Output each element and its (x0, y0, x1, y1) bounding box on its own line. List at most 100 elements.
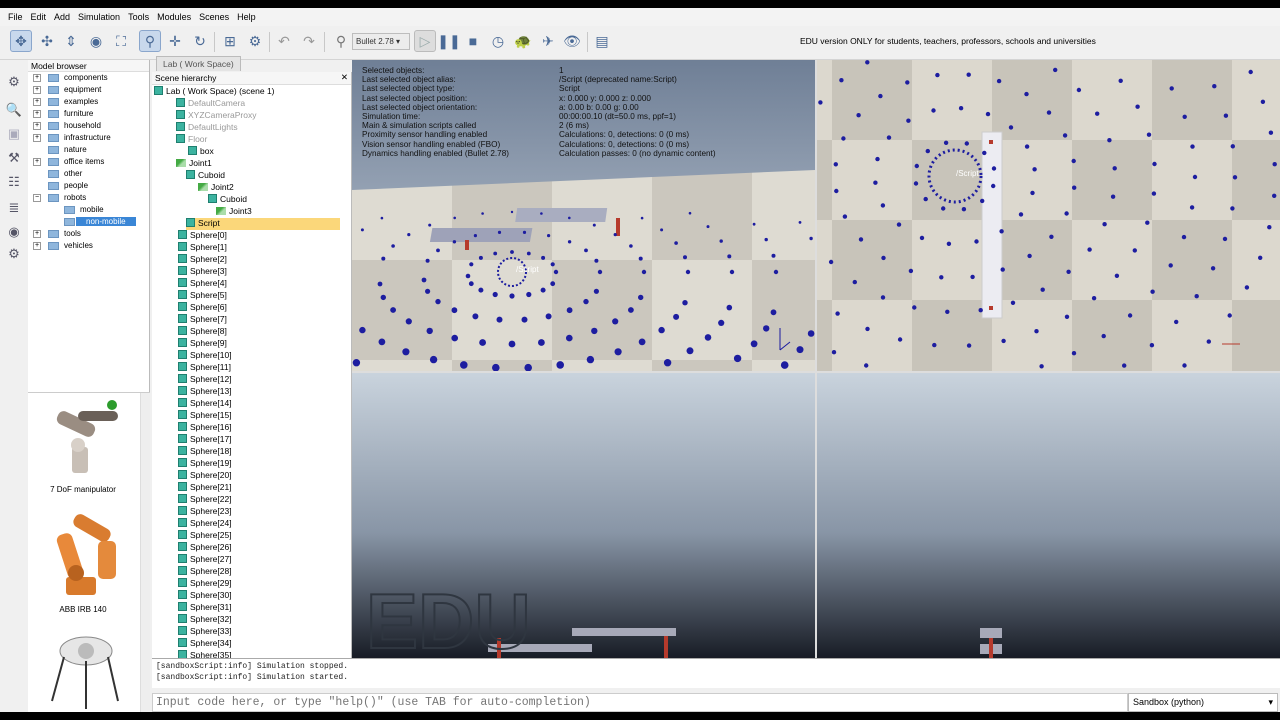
model-folder-furniture[interactable]: + furniture (28, 108, 149, 120)
scene-item-sphere[interactable]: Sphere[29] (178, 578, 232, 590)
viewports[interactable]: /Script /Script EDU Selected objects: 1 La… (352, 60, 1280, 664)
dialog-icon[interactable]: ▤ (591, 30, 613, 52)
expand-icon[interactable]: + (33, 98, 41, 106)
expand-icon[interactable]: + (33, 74, 41, 82)
scene-item-joint2[interactable]: Joint2 (198, 182, 234, 194)
model-folder-examples[interactable]: + examples (28, 96, 149, 108)
scene-item-sphere[interactable]: Sphere[2] (178, 254, 227, 266)
menu-add[interactable]: Add (50, 12, 74, 22)
scene-item-sphere[interactable]: Sphere[27] (178, 554, 232, 566)
scene-item-sphere[interactable]: Sphere[28] (178, 566, 232, 578)
model-folder-infrastructure[interactable]: + infrastructure (28, 132, 149, 144)
model-folder-office-items[interactable]: + office items (28, 156, 149, 168)
transfer-dna-icon[interactable]: ⚙ (244, 30, 266, 52)
scene-item-sphere[interactable]: Sphere[5] (178, 290, 227, 302)
thumbnail-abb-image[interactable] (42, 513, 128, 599)
undo-icon[interactable]: ↶ (273, 30, 295, 52)
pause-icon[interactable]: ❚❚ (437, 30, 460, 52)
pan-icon[interactable]: ✣ (36, 30, 58, 52)
scene-item-sphere[interactable]: Sphere[4] (178, 278, 227, 290)
layers-icon[interactable]: ≣ (4, 200, 24, 218)
expand-icon[interactable]: − (33, 194, 41, 202)
menu-tools[interactable]: Tools (124, 12, 153, 22)
scene-item-sphere[interactable]: Sphere[11] (178, 362, 231, 374)
scene-item-sphere[interactable]: Sphere[33] (178, 626, 232, 638)
fit-icon[interactable]: ⛶ (110, 30, 132, 52)
scene-item-sphere[interactable]: Sphere[31] (178, 602, 232, 614)
collections-icon[interactable]: ▣ (4, 126, 24, 144)
scene-item-sphere[interactable]: Sphere[10] (178, 350, 232, 362)
menu-edit[interactable]: Edit (27, 12, 51, 22)
scene-item-sphere[interactable]: Sphere[6] (178, 302, 227, 314)
menu-help[interactable]: Help (233, 12, 260, 22)
model-folder-tools[interactable]: + tools (28, 228, 149, 240)
scene-item-sphere[interactable]: Sphere[19] (178, 458, 232, 470)
scripts-icon[interactable]: ⚒ (4, 150, 24, 168)
assembly-icon[interactable]: ⊞ (219, 30, 241, 52)
thumbnail-delta-robot-image[interactable] (42, 631, 128, 712)
scene-item-sphere[interactable]: Sphere[30] (178, 590, 232, 602)
settings-icon[interactable]: ⚙ (4, 246, 24, 264)
menu-simulation[interactable]: Simulation (74, 12, 124, 22)
thumbnail-7dof-image[interactable] (48, 397, 124, 479)
scene-tab[interactable]: Lab ( Work Space) (156, 56, 241, 71)
model-folder-equipment[interactable]: + equipment (28, 84, 149, 96)
rotate-object-icon[interactable]: ↻ (189, 30, 211, 52)
scene-item-sphere[interactable]: Sphere[3] (178, 266, 227, 278)
expand-icon[interactable]: + (33, 110, 41, 118)
scene-item-sphere[interactable]: Sphere[17] (178, 434, 232, 446)
physics-engine-select[interactable]: Bullet 2.78 ▾ (352, 33, 410, 50)
scene-item-cuboid[interactable]: Cuboid (186, 170, 225, 182)
select-icon[interactable]: ⚲ (139, 30, 161, 52)
scene-item-sphere[interactable]: Sphere[21] (178, 482, 232, 494)
scene-item-sphere[interactable]: Sphere[0] (178, 230, 227, 242)
scene-item-sphere[interactable]: Sphere[18] (178, 446, 232, 458)
calculation-modules-icon[interactable]: 🔍 (4, 102, 24, 120)
scene-item-sphere[interactable]: Sphere[1] (178, 242, 227, 254)
scene-item-sphere[interactable]: Sphere[24] (178, 518, 232, 530)
expand-icon[interactable]: + (33, 134, 41, 142)
scene-item-defaultlights[interactable]: DefaultLights (176, 122, 238, 134)
model-folder-components[interactable]: + components (28, 72, 149, 84)
model-folder-vehicles[interactable]: + vehicles (28, 240, 149, 252)
scene-item-sphere[interactable]: Sphere[14] (178, 398, 232, 410)
model-folder-non-mobile[interactable]: non-mobile (28, 216, 149, 228)
object-properties-icon[interactable]: ⚙ (4, 74, 24, 92)
realtime-icon[interactable]: ◷ (487, 30, 509, 52)
model-folder-robots[interactable]: − robots (28, 192, 149, 204)
play-icon[interactable]: ▷ (414, 30, 436, 52)
scene-item-sphere[interactable]: Sphere[12] (178, 374, 232, 386)
model-folder-household[interactable]: + household (28, 120, 149, 132)
rabbit-icon[interactable]: ✈ (537, 30, 559, 52)
scene-item-sphere[interactable]: Sphere[13] (178, 386, 232, 398)
scene-item-sphere[interactable]: Sphere[32] (178, 614, 232, 626)
thumbnail-scrollbar[interactable] (140, 393, 150, 712)
camera-icon[interactable]: ◉ (85, 30, 107, 52)
script-mode-select[interactable]: Sandbox (python) ▾ (1128, 693, 1278, 712)
scene-item-sphere[interactable]: Sphere[23] (178, 506, 232, 518)
scene-root[interactable]: Lab ( Work Space) (scene 1) (154, 86, 275, 98)
model-folder-other[interactable]: other (28, 168, 149, 180)
expand-icon[interactable]: + (33, 158, 41, 166)
menu-modules[interactable]: Modules (153, 12, 195, 22)
scene-item-script[interactable]: Script (186, 218, 340, 230)
video-recorder-icon[interactable]: ◉ (4, 224, 24, 242)
scene-item-defaultcamera[interactable]: DefaultCamera (176, 98, 245, 110)
scene-item-sphere[interactable]: Sphere[34] (178, 638, 232, 650)
scene-item-sphere[interactable]: Sphere[7] (178, 314, 227, 326)
rotate-icon[interactable]: ⇕ (60, 30, 82, 52)
scene-item-sphere[interactable]: Sphere[25] (178, 530, 232, 542)
translate-object-icon[interactable]: ✛ (164, 30, 186, 52)
move-icon[interactable]: ✥ (10, 30, 32, 52)
model-folder-people[interactable]: people (28, 180, 149, 192)
scene-item-box[interactable]: box (188, 146, 214, 158)
scene-item-joint3[interactable]: Joint3 (216, 206, 252, 218)
model-folder-mobile[interactable]: mobile (28, 204, 149, 216)
scene-item-cuboid[interactable]: Cuboid (208, 194, 247, 206)
scene-item-sphere[interactable]: Sphere[26] (178, 542, 232, 554)
scene-item-sphere[interactable]: Sphere[16] (178, 422, 232, 434)
scene-item-sphere[interactable]: Sphere[22] (178, 494, 232, 506)
visualization-icon[interactable]: 👁 (561, 30, 583, 52)
menu-scenes[interactable]: Scenes (195, 12, 233, 22)
scene-item-sphere[interactable]: Sphere[20] (178, 470, 232, 482)
